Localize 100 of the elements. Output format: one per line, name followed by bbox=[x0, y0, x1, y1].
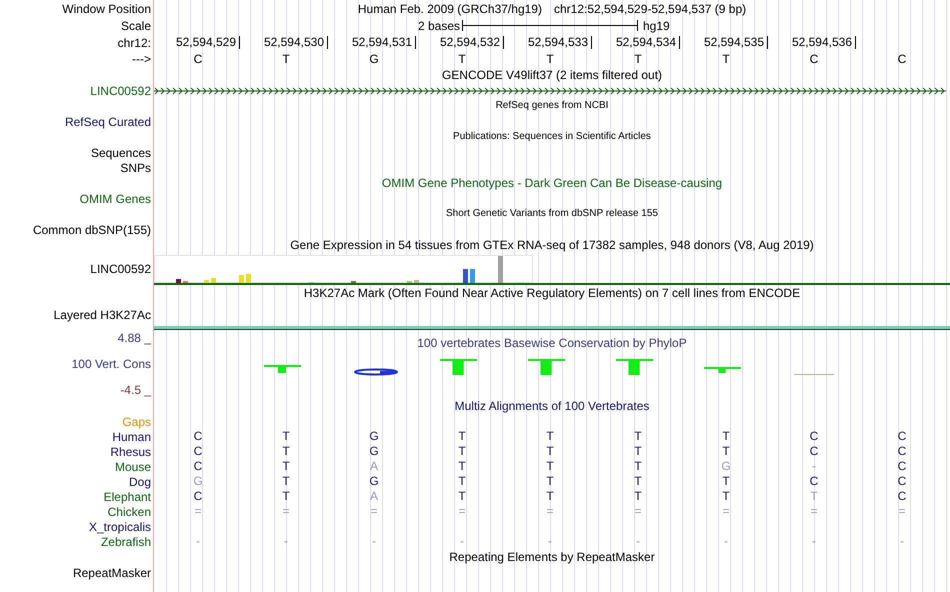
aligned-base: = bbox=[634, 505, 642, 518]
aligned-base: T bbox=[634, 475, 642, 488]
aligned-base: T bbox=[634, 490, 642, 503]
track-label[interactable]: Elephant bbox=[104, 490, 151, 504]
track-label[interactable]: Sequences bbox=[90, 146, 151, 160]
track-title: Short Genetic Variants from dbSNP release 155 bbox=[446, 207, 658, 221]
aligned-base: A bbox=[370, 490, 378, 503]
aligned-base: C bbox=[194, 430, 202, 443]
row-label: Scale bbox=[120, 18, 151, 32]
aligned-base: G bbox=[193, 475, 203, 488]
aligned-base: - bbox=[724, 535, 728, 548]
coordinate-tick: 52,594,532 bbox=[440, 36, 504, 49]
track-label[interactable]: Dog bbox=[128, 474, 151, 488]
aligned-base: - bbox=[636, 535, 640, 548]
aligned-base: T bbox=[282, 475, 290, 488]
aligned-base: G bbox=[721, 460, 731, 473]
aligned-base: - bbox=[812, 460, 816, 473]
aligned-base: C bbox=[898, 490, 906, 503]
aligned-base: T bbox=[282, 430, 290, 443]
aligned-base: T bbox=[634, 460, 642, 473]
track-label[interactable]: Zebrafish bbox=[100, 534, 151, 548]
track-label[interactable]: RefSeq Curated bbox=[64, 114, 151, 128]
aligned-base: = bbox=[370, 505, 378, 518]
aligned-base: T bbox=[546, 445, 554, 458]
row-label: chr12: bbox=[118, 36, 151, 50]
aligned-base: = bbox=[458, 505, 466, 518]
coordinate-tick: 52,594,533 bbox=[528, 36, 592, 49]
aligned-base: = bbox=[810, 505, 818, 518]
aligned-base: - bbox=[900, 535, 904, 548]
aligned-base: T bbox=[546, 460, 554, 473]
aligned-base: T bbox=[282, 490, 290, 503]
track-label[interactable]: Common dbSNP(155) bbox=[32, 222, 151, 236]
aligned-base: C bbox=[898, 430, 906, 443]
track-label[interactable]: RepeatMasker bbox=[72, 566, 151, 580]
aligned-base: T bbox=[458, 430, 466, 443]
aligned-base: = bbox=[722, 505, 730, 518]
aligned-base: = bbox=[194, 505, 202, 518]
scale-bar-icon bbox=[462, 20, 638, 31]
aligned-base: = bbox=[898, 505, 906, 518]
aligned-base: T bbox=[458, 460, 466, 473]
aligned-base: C bbox=[898, 460, 906, 473]
aligned-base: G bbox=[369, 430, 379, 443]
coordinate-tick: 52,594,529 bbox=[176, 36, 240, 49]
track-label[interactable]: LINC00592 bbox=[90, 84, 151, 98]
aligned-base: T bbox=[810, 490, 818, 503]
aligned-base: C bbox=[194, 490, 202, 503]
aligned-base: T bbox=[634, 445, 642, 458]
position-text: chr12:52,594,529-52,594,537 (9 bp) bbox=[554, 2, 746, 16]
aligned-base: T bbox=[546, 475, 554, 488]
aligned-base: - bbox=[284, 535, 288, 548]
aligned-base: A bbox=[370, 460, 378, 473]
aligned-base: T bbox=[546, 430, 554, 443]
track-title: OMIM Gene Phenotypes - Dark Green Can Be Disease-causing bbox=[382, 176, 722, 190]
axis-max-label: 4.88 _ bbox=[118, 331, 151, 345]
aligned-base: C bbox=[194, 445, 202, 458]
track-label[interactable]: 100 Vert. Cons bbox=[72, 357, 151, 371]
aligned-base: = bbox=[546, 505, 554, 518]
aligned-base: T bbox=[458, 475, 466, 488]
aligned-base: T bbox=[634, 430, 642, 443]
row-label: ---> bbox=[132, 52, 151, 66]
track-label[interactable]: Mouse bbox=[114, 460, 151, 474]
track-title: GENCODE V49lift37 (2 items filtered out) bbox=[442, 68, 662, 82]
base-letter: G bbox=[369, 52, 379, 66]
aligned-base: - bbox=[548, 535, 552, 548]
base-letter: C bbox=[898, 52, 906, 66]
coordinate-tick: 52,594,536 bbox=[792, 36, 856, 49]
aligned-base: C bbox=[194, 460, 202, 473]
base-letter: T bbox=[634, 52, 642, 66]
assembly-title: Human Feb. 2009 (GRCh37/hg19) bbox=[358, 2, 542, 16]
aligned-base: = bbox=[282, 505, 290, 518]
track-label[interactable]: SNPs bbox=[120, 160, 151, 174]
track-label[interactable]: LINC00592 bbox=[90, 262, 151, 276]
aligned-base: T bbox=[722, 490, 730, 503]
base-letter: T bbox=[458, 52, 466, 66]
aligned-base: C bbox=[898, 475, 906, 488]
track-label[interactable]: OMIM Genes bbox=[80, 192, 151, 206]
base-letter: T bbox=[282, 52, 290, 66]
base-letter: C bbox=[810, 52, 818, 66]
track-label[interactable]: Chicken bbox=[108, 504, 151, 518]
track-title: RefSeq genes from NCBI bbox=[496, 99, 608, 113]
base-letter: T bbox=[722, 52, 730, 66]
track-label[interactable]: Rhesus bbox=[110, 444, 151, 458]
track-label[interactable]: Human bbox=[112, 430, 151, 444]
aligned-base: - bbox=[460, 535, 464, 548]
aligned-base: T bbox=[722, 445, 730, 458]
base-letter: C bbox=[194, 52, 202, 66]
aligned-base: G bbox=[369, 445, 379, 458]
axis-min-label: -4.5 _ bbox=[120, 383, 151, 397]
aligned-base: - bbox=[196, 535, 200, 548]
assembly-name: hg19 bbox=[642, 18, 671, 32]
aligned-base: T bbox=[282, 445, 290, 458]
aligned-base: C bbox=[810, 430, 818, 443]
aligned-base: C bbox=[898, 445, 906, 458]
coordinate-tick: 52,594,530 bbox=[264, 36, 328, 49]
track-label[interactable]: X_tropicalis bbox=[88, 520, 151, 534]
aligned-base: T bbox=[458, 445, 466, 458]
scale-text: 2 bases bbox=[418, 18, 461, 32]
track-label[interactable]: Layered H3K27Ac bbox=[54, 308, 151, 322]
aligned-base: T bbox=[458, 490, 466, 503]
aligned-base: G bbox=[369, 475, 379, 488]
